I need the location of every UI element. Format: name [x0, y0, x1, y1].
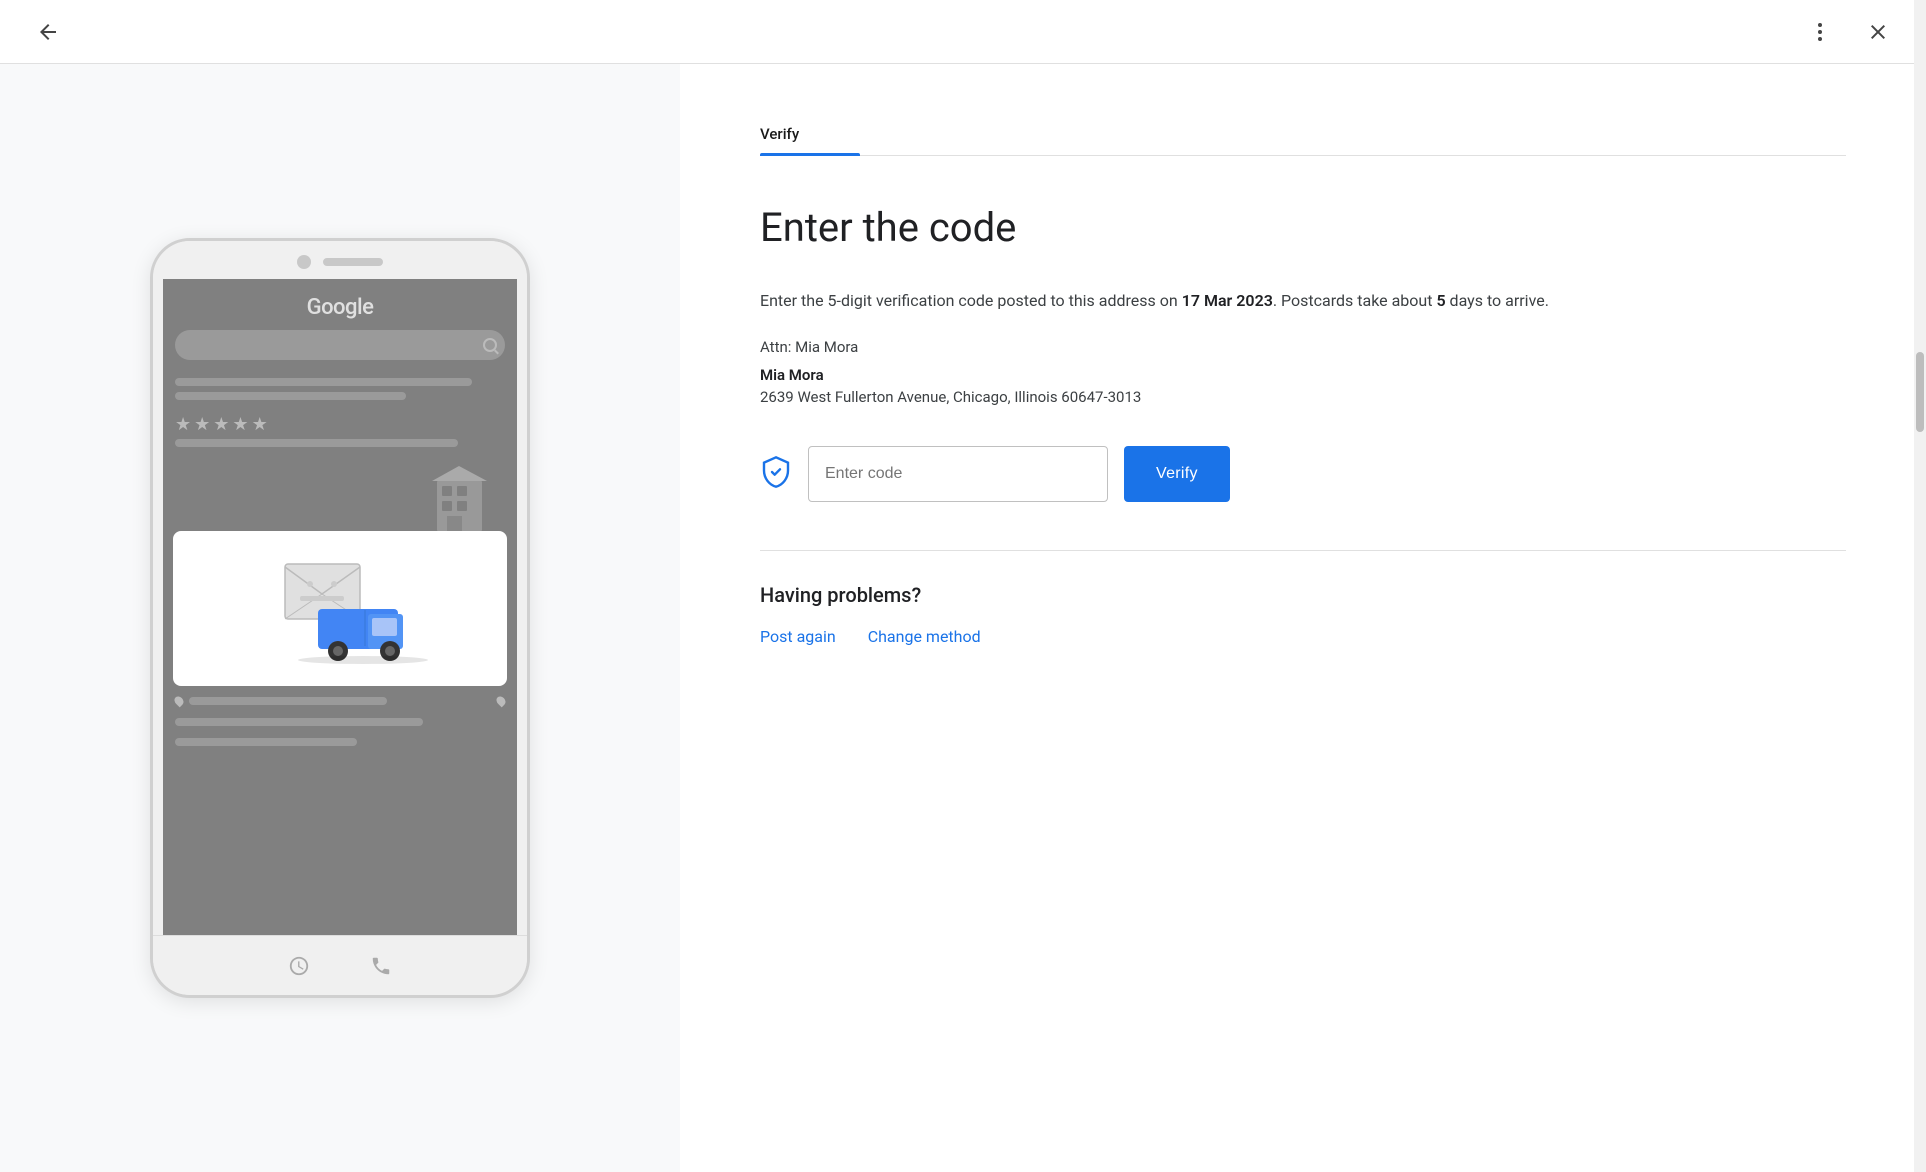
phone-camera	[297, 255, 311, 269]
star-2: ★	[194, 414, 210, 435]
phone-bottom-content	[163, 686, 517, 935]
phone-nav-bar	[153, 935, 527, 995]
phone-line	[175, 392, 406, 400]
code-input[interactable]	[808, 446, 1108, 502]
phone-stars: ★ ★ ★ ★ ★	[163, 410, 517, 439]
scroll-thumb[interactable]	[1916, 352, 1924, 432]
address-name: Mia Mora	[760, 366, 1846, 384]
phone-location-row	[175, 696, 505, 706]
verify-tab[interactable]: Verify	[760, 125, 799, 155]
phone-search-bar	[175, 330, 505, 360]
problems-heading: Having problems?	[760, 583, 1846, 607]
desc-part2: . Postcards take about	[1273, 291, 1437, 310]
shield-icon	[760, 456, 792, 492]
phone-line-3	[175, 738, 357, 746]
desc-part1: Enter the 5-digit verification code post…	[760, 291, 1182, 310]
verify-button[interactable]: Verify	[1124, 446, 1230, 502]
star-3: ★	[213, 414, 229, 435]
description-text: Enter the 5-digit verification code post…	[760, 288, 1846, 314]
phone-top-notch	[153, 241, 527, 279]
star-5: ★	[252, 414, 268, 435]
tab-container: Verify	[760, 124, 1846, 156]
code-input-row: Verify	[760, 446, 1846, 502]
change-method-link[interactable]: Change method	[868, 627, 981, 646]
phone-screen: Google ★ ★ ★ ★ ★	[163, 279, 517, 935]
problems-links: Post again Change method	[760, 627, 1846, 646]
phone-mockup: Google ★ ★ ★ ★ ★	[150, 238, 530, 998]
right-panel: Verify Enter the code Enter the 5-digit …	[680, 64, 1926, 1172]
attn-label: Attn: Mia Mora	[760, 338, 1846, 356]
star-1: ★	[175, 414, 191, 435]
phone-line	[175, 378, 472, 386]
back-button[interactable]	[28, 12, 68, 52]
close-button[interactable]	[1858, 12, 1898, 52]
address-text: 2639 West Fullerton Avenue, Chicago, Ill…	[760, 388, 1846, 406]
truck-illustration	[193, 551, 487, 666]
tab-underline	[760, 153, 860, 156]
phone-nav-phone	[370, 955, 392, 977]
phone-content-area	[163, 368, 517, 410]
phone-search-icon	[483, 338, 497, 352]
phone-card	[173, 531, 507, 686]
page-heading: Enter the code	[760, 204, 1846, 252]
google-logo-text: Google	[307, 295, 374, 320]
scroll-indicator	[1914, 0, 1926, 1172]
phone-line-2	[175, 718, 423, 726]
truck-envelope-svg	[250, 554, 430, 664]
top-bar-right	[1800, 12, 1898, 52]
main-content: Google ★ ★ ★ ★ ★	[0, 64, 1926, 1172]
phone-loc-line	[189, 697, 387, 705]
phone-speaker	[323, 258, 383, 266]
phone-google-header: Google	[163, 279, 517, 368]
desc-date: 17 Mar 2023	[1182, 291, 1273, 310]
desc-days: 5	[1436, 291, 1445, 310]
more-options-button[interactable]	[1800, 12, 1840, 52]
top-bar	[0, 0, 1926, 64]
phone-long-line	[175, 439, 458, 447]
star-4: ★	[232, 414, 248, 435]
phone-building-area	[163, 451, 517, 531]
phone-nav-clock	[288, 955, 310, 977]
pin-icon	[173, 695, 186, 708]
top-bar-left	[28, 12, 68, 52]
pin-icon-2	[495, 695, 508, 708]
left-panel: Google ★ ★ ★ ★ ★	[0, 64, 680, 1172]
post-again-link[interactable]: Post again	[760, 627, 836, 646]
divider	[760, 550, 1846, 551]
desc-part3: days to arrive.	[1446, 291, 1549, 310]
